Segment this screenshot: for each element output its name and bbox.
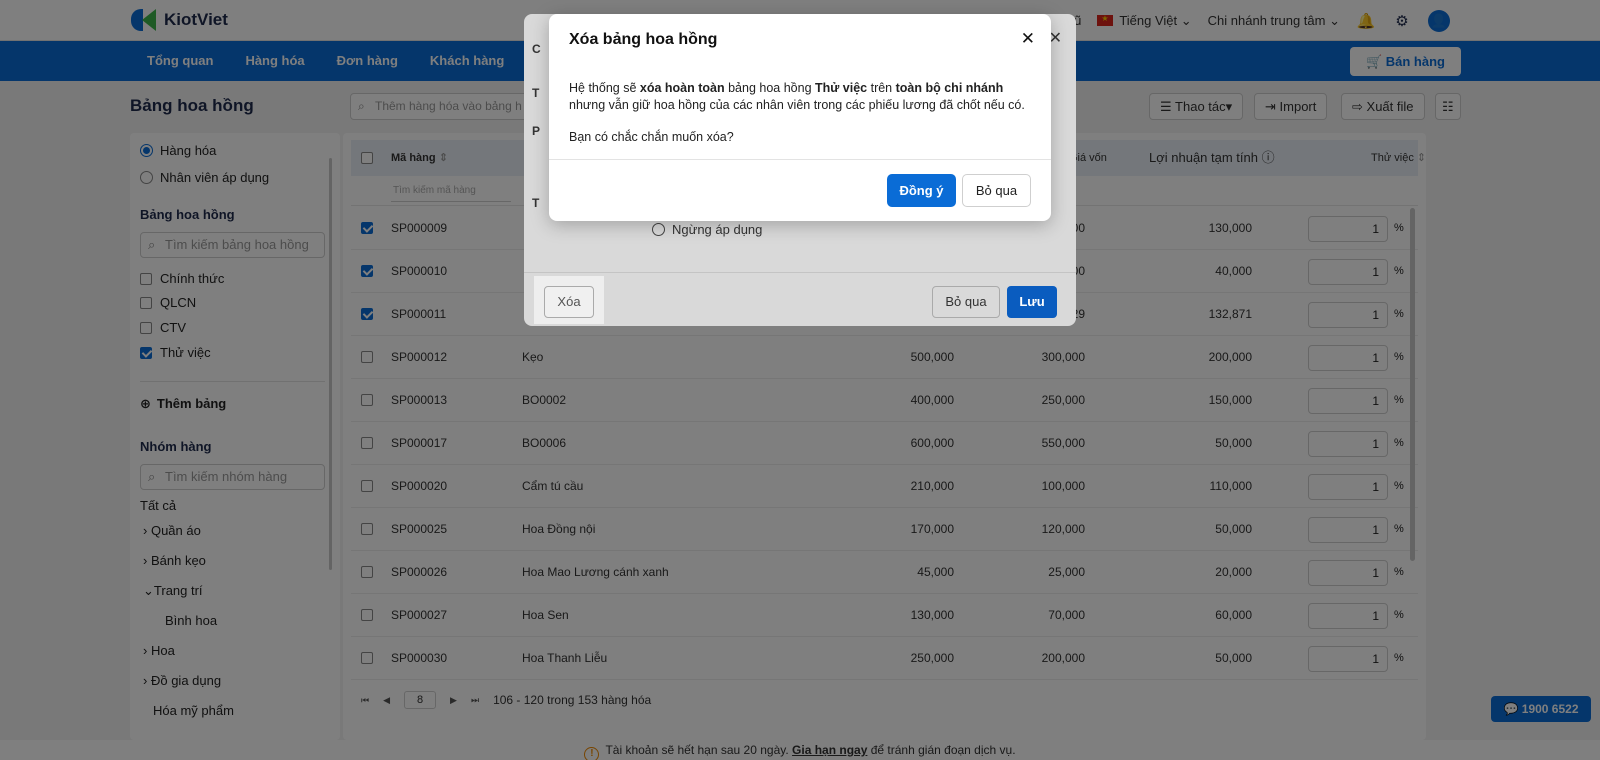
edit-modal-skip-button[interactable]: Bỏ qua [932, 286, 1000, 318]
message-text: nhưng vẫn giữ hoa hồng của các nhân viên… [569, 98, 1025, 112]
radio-icon [652, 223, 665, 236]
form-label-fragment: T [532, 196, 540, 210]
dialog-divider [549, 159, 1051, 160]
dialog-message: Hệ thống sẽ xóa hoàn toàn bảng hoa hồng … [569, 80, 1039, 114]
message-bold: Thử việc [815, 81, 868, 95]
status-option-label: Ngừng áp dụng [672, 222, 763, 237]
dialog-question: Bạn có chắc chắn muốn xóa? [569, 130, 734, 144]
confirm-ok-button[interactable]: Đồng ý [887, 174, 956, 207]
message-text: bảng hoa hồng [724, 81, 815, 95]
dialog-title: Xóa bảng hoa hồng [569, 31, 718, 48]
form-label-fragment: P [532, 124, 541, 138]
form-label-fragment: T [532, 86, 540, 100]
close-icon[interactable]: ✕ [1021, 29, 1035, 49]
message-text: Hệ thống sẽ [569, 81, 640, 95]
delete-confirm-dialog: Xóa bảng hoa hồng ✕ Hệ thống sẽ xóa hoàn… [549, 14, 1051, 221]
confirm-skip-button[interactable]: Bỏ qua [962, 174, 1031, 207]
status-option-inactive[interactable]: Ngừng áp dụng [652, 222, 762, 237]
message-bold: toàn bộ chi nhánh [895, 81, 1004, 95]
edit-modal-save-button[interactable]: Lưu [1007, 286, 1057, 318]
message-bold: xóa hoàn toàn [639, 81, 725, 95]
modal-divider [524, 272, 1076, 273]
delete-table-button[interactable]: Xóa [544, 286, 594, 318]
message-text: trên [867, 81, 896, 95]
modal-title-fragment: C [532, 42, 541, 56]
